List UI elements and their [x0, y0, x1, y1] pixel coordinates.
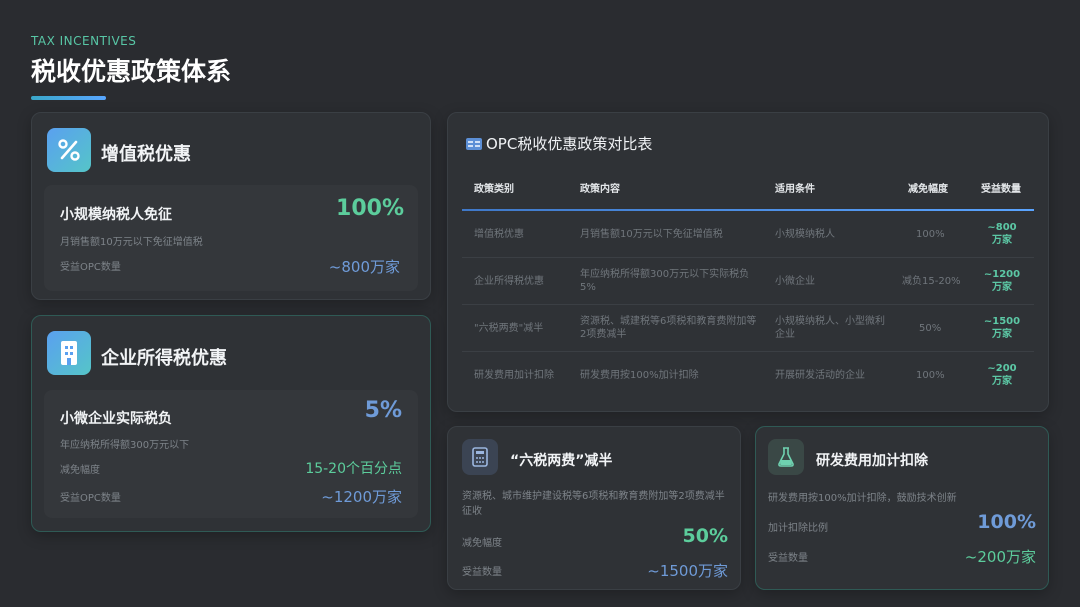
- table-cell: 增值税优惠: [474, 229, 524, 240]
- table-row: 研发费用加计扣除 研发费用按100%加计扣除 开展研发活动的企业 100% ~2…: [462, 352, 1034, 399]
- table-header-beneficiaries: 受益数量: [981, 184, 1021, 195]
- table-cell: 年应纳税所得额300万元以下实际税负5%: [580, 269, 750, 293]
- table-cell: "六税两费"减半: [474, 323, 544, 334]
- income-card-title: 企业所得税优惠: [101, 348, 227, 369]
- table-cell: ~200万家: [987, 363, 1017, 387]
- table-cell: 月销售额10万元以下免征增值税: [580, 229, 723, 240]
- table-title: OPC税收优惠政策对比表: [466, 133, 652, 154]
- building-icon: [47, 331, 91, 375]
- table-row: "六税两费"减半 资源税、城建税等6项税和教育费附加等2项费减半 小规模纳税人、…: [462, 305, 1034, 352]
- rd-beneficiary-label: 受益数量: [768, 553, 808, 564]
- vat-card: 增值税优惠 小规模纳税人免征 100% 月销售额10万元以下免征增值税 受益OP…: [31, 112, 431, 300]
- table-cell: 50%: [919, 323, 942, 334]
- six-card-title: “六税两费”减半: [510, 453, 613, 469]
- vat-desc: 月销售额10万元以下免征增值税: [60, 237, 203, 248]
- income-beneficiary-value: ~1200万家: [321, 488, 402, 506]
- table-cell: 开展研发活动的企业: [775, 370, 865, 381]
- rd-beneficiary-value: ~200万家: [964, 548, 1036, 566]
- rd-ratio-label: 加计扣除比例: [768, 523, 828, 534]
- table-cell: 企业所得税优惠: [474, 276, 544, 287]
- table-header-category: 政策类别: [474, 184, 514, 195]
- table-cell: 资源税、城建税等6项税和教育费附加等2项费减半: [580, 316, 757, 340]
- six-reduction-label: 减免幅度: [462, 538, 502, 549]
- income-beneficiary-label: 受益OPC数量: [60, 493, 121, 504]
- table-cell: 100%: [916, 229, 945, 240]
- six-reduction-value: 50%: [682, 525, 728, 547]
- table-icon: [466, 137, 482, 150]
- six-desc: 资源税、城市维护建设税等6项税和教育费附加等2项费减半征收: [462, 491, 725, 517]
- income-main-label: 小微企业实际税负: [60, 411, 172, 427]
- six-beneficiary-label: 受益数量: [462, 567, 502, 578]
- page-subtitle: TAX INCENTIVES: [31, 34, 137, 48]
- vat-card-title: 增值税优惠: [101, 144, 191, 165]
- table-header-condition: 适用条件: [775, 184, 815, 195]
- table-header-content: 政策内容: [580, 184, 620, 195]
- six-beneficiary-value: ~1500万家: [647, 562, 728, 580]
- income-reduction-value: 15-20个百分点: [305, 461, 402, 477]
- vat-beneficiary-value: ~800万家: [328, 258, 400, 276]
- percent-icon: [47, 128, 91, 172]
- vat-main-label: 小规模纳税人免征: [60, 207, 172, 223]
- table-cell: 100%: [916, 370, 945, 381]
- income-tax-card: 企业所得税优惠 小微企业实际税负 5% 年应纳税所得额300万元以下 减免幅度 …: [31, 315, 431, 532]
- table-header-reduction: 减免幅度: [908, 184, 948, 195]
- vat-beneficiary-label: 受益OPC数量: [60, 262, 121, 273]
- income-card-body: 小微企业实际税负 5% 年应纳税所得额300万元以下 减免幅度 15-20个百分…: [44, 390, 418, 518]
- table-row: 增值税优惠 月销售额10万元以下免征增值税 小规模纳税人 100% ~800万家: [462, 211, 1034, 258]
- income-reduction-label: 减免幅度: [60, 465, 100, 476]
- income-main-value: 5%: [364, 398, 402, 423]
- income-desc: 年应纳税所得额300万元以下: [60, 440, 190, 451]
- rd-deduction-card: 研发费用加计扣除 研发费用按100%加计扣除，鼓励技术创新 加计扣除比例 100…: [755, 426, 1049, 590]
- table-cell: ~1500万家: [983, 316, 1021, 340]
- table-cell: 小微企业: [775, 276, 815, 287]
- six-taxes-card: “六税两费”减半 资源税、城市维护建设税等6项税和教育费附加等2项费减半征收 减…: [447, 426, 741, 590]
- vat-main-value: 100%: [336, 196, 404, 221]
- table-cell: 减负15-20%: [902, 276, 961, 287]
- table-cell: ~1200万家: [983, 269, 1021, 293]
- policy-table-card: OPC税收优惠政策对比表 政策类别 政策内容 适用条件 减免幅度 受益数量 增值…: [447, 112, 1049, 412]
- flask-icon: [768, 439, 804, 475]
- rd-ratio-value: 100%: [977, 511, 1036, 533]
- table-row: 企业所得税优惠 年应纳税所得额300万元以下实际税负5% 小微企业 减负15-2…: [462, 258, 1034, 305]
- table-cell: 小规模纳税人、小型微利企业: [775, 316, 885, 340]
- rd-card-title: 研发费用加计扣除: [816, 453, 928, 469]
- table-cell: 研发费用加计扣除: [474, 370, 554, 381]
- table-cell: ~800万家: [987, 222, 1017, 246]
- vat-card-body: 小规模纳税人免征 100% 月销售额10万元以下免征增值税 受益OPC数量 ~8…: [44, 185, 418, 291]
- table-cell: 研发费用按100%加计扣除: [580, 370, 699, 381]
- table-cell: 小规模纳税人: [775, 229, 835, 240]
- page-title: 税收优惠政策体系: [31, 57, 232, 86]
- title-underline: [31, 96, 106, 100]
- table-title-text: OPC税收优惠政策对比表: [486, 135, 653, 153]
- calculator-icon: [462, 439, 498, 475]
- rd-desc: 研发费用按100%加计扣除，鼓励技术创新: [768, 493, 957, 504]
